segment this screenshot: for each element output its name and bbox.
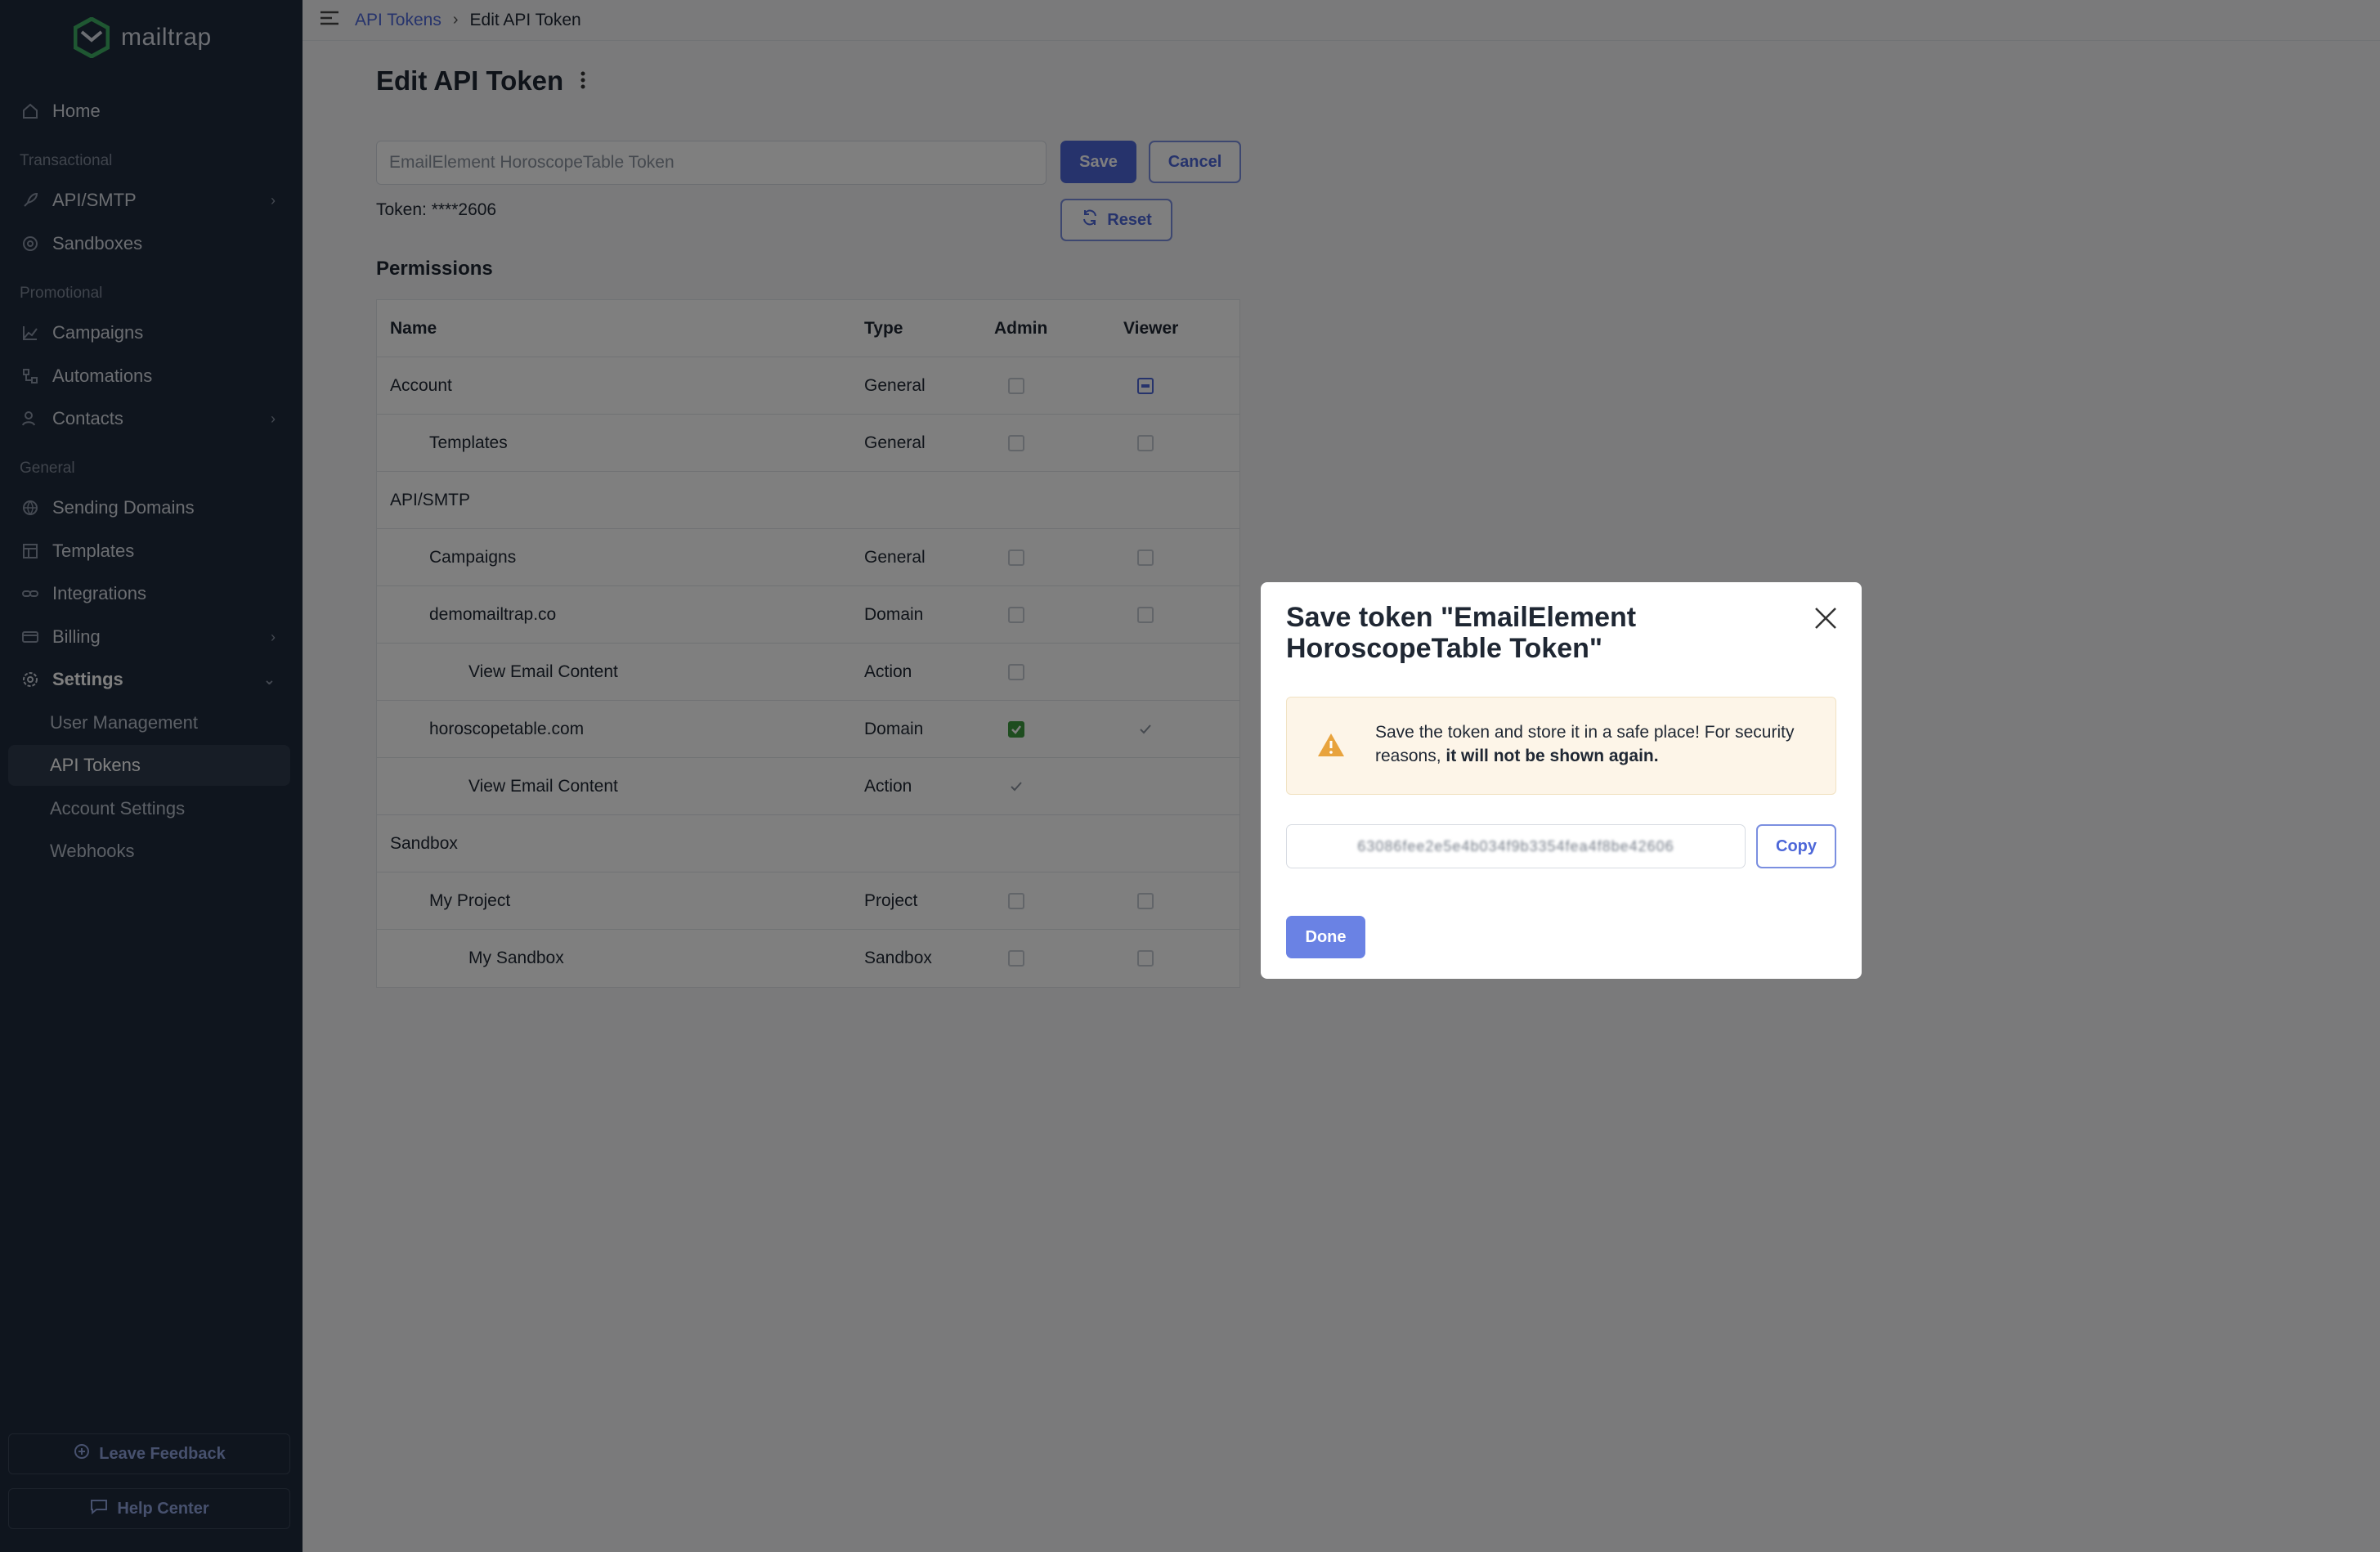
modal-title: Save token "EmailElement HoroscopeTable … xyxy=(1286,602,1637,664)
warning-text: Save the token and store it in a safe pl… xyxy=(1375,720,1817,768)
close-icon[interactable] xyxy=(1809,602,1842,635)
done-button[interactable]: Done xyxy=(1286,916,1365,958)
warning-icon xyxy=(1316,732,1346,762)
save-token-modal: Save token "EmailElement HoroscopeTable … xyxy=(1261,582,1862,979)
token-value: 63086fee2e5e4b034f9b3354fea4f8be42606 xyxy=(1357,837,1674,854)
copy-button[interactable]: Copy xyxy=(1756,824,1836,868)
token-value-field[interactable]: 63086fee2e5e4b034f9b3354fea4f8be42606 xyxy=(1286,824,1746,868)
warning-box: Save the token and store it in a safe pl… xyxy=(1286,697,1836,795)
modal-overlay[interactable] xyxy=(0,0,2380,1552)
warning-emphasis: it will not be shown again. xyxy=(1445,747,1659,765)
